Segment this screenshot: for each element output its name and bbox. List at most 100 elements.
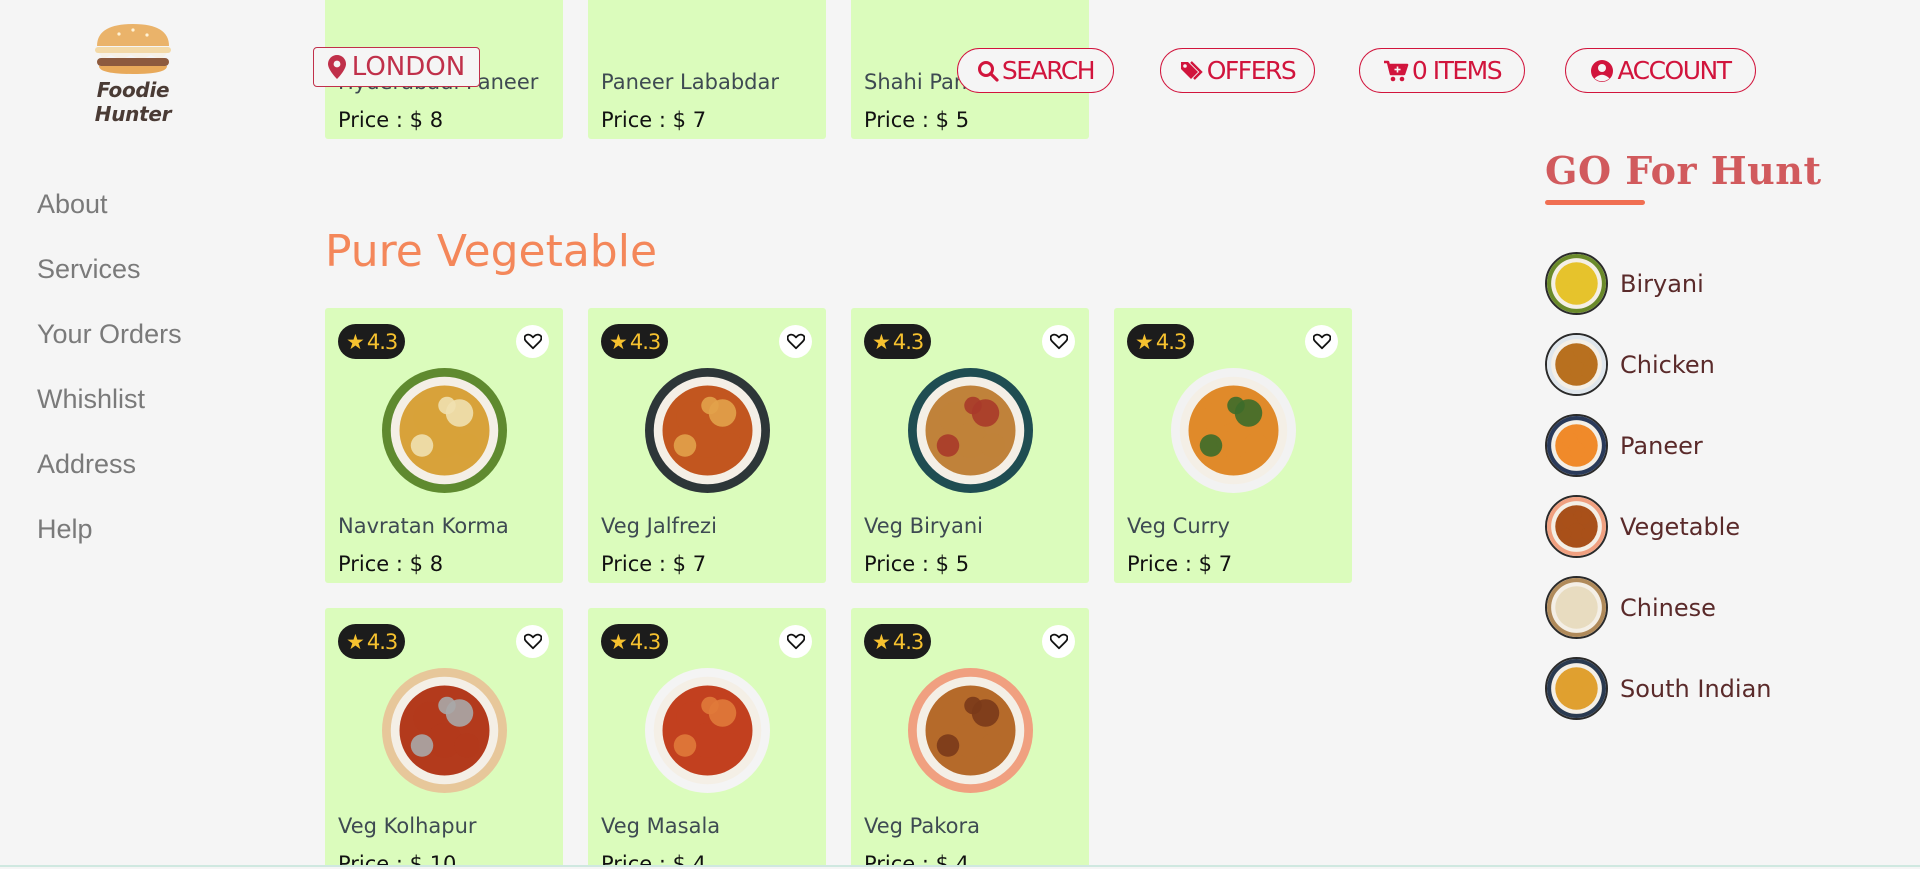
rating-value: 4.3 <box>366 329 398 354</box>
hunt-title-underline <box>1545 200 1645 205</box>
cart-label: 0 ITEMS <box>1411 56 1503 85</box>
category-item-vegetable[interactable]: Vegetable <box>1545 486 1772 567</box>
food-card[interactable]: ★ 4.3 Veg Kolhapur Price : $ 10 <box>325 608 563 866</box>
food-name: Veg Biryani <box>864 514 983 538</box>
food-name: Paneer Lababdar <box>601 70 779 94</box>
star-icon: ★ <box>346 329 365 354</box>
dish-image <box>382 368 507 493</box>
food-price: Price : $ 5 <box>864 552 970 576</box>
rating-value: 4.3 <box>629 329 661 354</box>
food-card[interactable]: ★ 4.3 Veg Pakora Price : $ 4 <box>851 608 1089 866</box>
rating-value: 4.3 <box>892 329 924 354</box>
offers-button[interactable]: OFFERS <box>1160 48 1315 93</box>
location-label: LONDON <box>351 52 466 82</box>
food-card[interactable]: ★ 4.3 Veg Masala Price : $ 4 <box>588 608 826 866</box>
food-name: Veg Jalfrezi <box>601 514 717 538</box>
wishlist-heart-button[interactable] <box>516 625 549 658</box>
category-thumbnail <box>1545 252 1608 315</box>
heart-icon <box>523 633 542 650</box>
star-icon: ★ <box>609 329 628 354</box>
dish-image <box>645 368 770 493</box>
food-price: Price : $ 8 <box>338 552 444 576</box>
food-card[interactable]: ★ 4.3 Veg Biryani Price : $ 5 <box>851 308 1089 583</box>
search-label: SEARCH <box>1001 56 1096 85</box>
category-label: Chicken <box>1620 350 1715 379</box>
food-card[interactable]: ★ 4.3 Veg Jalfrezi Price : $ 7 <box>588 308 826 583</box>
wishlist-heart-button[interactable] <box>779 625 812 658</box>
category-item-chinese[interactable]: Chinese <box>1545 567 1772 648</box>
cart-plus-icon <box>1383 60 1409 81</box>
heart-icon <box>786 333 805 350</box>
dish-image <box>908 668 1033 793</box>
heart-icon <box>1312 333 1331 350</box>
dish-image <box>382 668 507 793</box>
sidebar-item-whishlist[interactable]: Whishlist <box>37 383 182 448</box>
rating-value: 4.3 <box>1155 329 1187 354</box>
search-button[interactable]: SEARCH <box>957 48 1114 93</box>
rating-value: 4.3 <box>892 629 924 654</box>
food-name: Veg Kolhapur <box>338 814 477 838</box>
food-price: Price : $ 4 <box>601 852 707 866</box>
wishlist-heart-button[interactable] <box>1042 325 1075 358</box>
app-logo[interactable]: Foodie Hunter <box>58 22 208 126</box>
food-price: Price : $ 4 <box>864 852 970 866</box>
heart-icon <box>786 633 805 650</box>
wishlist-heart-button[interactable] <box>1042 625 1075 658</box>
sidebar-item-help[interactable]: Help <box>37 513 182 578</box>
sidebar-item-about[interactable]: About <box>37 188 182 253</box>
category-item-biryani[interactable]: Biryani <box>1545 243 1772 324</box>
category-label: South Indian <box>1620 674 1772 703</box>
category-item-chicken[interactable]: Chicken <box>1545 324 1772 405</box>
food-price: Price : $ 8 <box>338 108 444 132</box>
category-thumbnail <box>1545 333 1608 396</box>
category-thumbnail <box>1545 576 1608 639</box>
rating-value: 4.3 <box>629 629 661 654</box>
food-price: Price : $ 5 <box>864 108 970 132</box>
account-label: ACCOUNT <box>1617 56 1732 85</box>
main-content: Hyderabadi Paneer Price : $ 8 Paneer Lab… <box>325 0 1365 866</box>
wishlist-heart-button[interactable] <box>516 325 549 358</box>
location-selector[interactable]: LONDON <box>313 47 480 87</box>
category-thumbnail <box>1545 414 1608 477</box>
category-label: Biryani <box>1620 269 1704 298</box>
heart-icon <box>1049 633 1068 650</box>
rating-badge: ★ 4.3 <box>601 324 669 359</box>
account-button[interactable]: ACCOUNT <box>1565 48 1756 93</box>
food-price: Price : $ 7 <box>1127 552 1233 576</box>
page-bottom-border <box>0 865 1920 867</box>
rating-badge: ★ 4.3 <box>601 624 669 659</box>
rating-badge: ★ 4.3 <box>1127 324 1195 359</box>
category-thumbnail <box>1545 495 1608 558</box>
user-circle-icon <box>1591 59 1614 82</box>
food-card[interactable]: Paneer Lababdar Price : $ 7 <box>588 0 826 139</box>
wishlist-heart-button[interactable] <box>779 325 812 358</box>
dish-image <box>645 668 770 793</box>
search-icon <box>977 60 999 82</box>
cart-button[interactable]: 0 ITEMS <box>1359 48 1525 93</box>
category-item-south-indian[interactable]: South Indian <box>1545 648 1772 729</box>
star-icon: ★ <box>872 329 891 354</box>
category-label: Paneer <box>1620 431 1703 460</box>
sidebar-item-your-orders[interactable]: Your Orders <box>37 318 182 383</box>
heart-icon <box>523 333 542 350</box>
wishlist-heart-button[interactable] <box>1305 325 1338 358</box>
map-pin-icon <box>327 55 346 79</box>
food-card[interactable]: ★ 4.3 Veg Curry Price : $ 7 <box>1114 308 1352 583</box>
category-label: Vegetable <box>1620 512 1741 541</box>
category-list: Biryani Chicken Paneer Vegetable Chinese… <box>1545 243 1772 729</box>
star-icon: ★ <box>609 629 628 654</box>
sidebar-item-services[interactable]: Services <box>37 253 182 318</box>
category-item-paneer[interactable]: Paneer <box>1545 405 1772 486</box>
rating-badge: ★ 4.3 <box>338 624 406 659</box>
star-icon: ★ <box>346 629 365 654</box>
sidebar-item-address[interactable]: Address <box>37 448 182 513</box>
star-icon: ★ <box>1135 329 1154 354</box>
section-title: Pure Vegetable <box>325 226 658 277</box>
rating-badge: ★ 4.3 <box>338 324 406 359</box>
food-card[interactable]: ★ 4.3 Navratan Korma Price : $ 8 <box>325 308 563 583</box>
sidebar-menu: About Services Your Orders Whishlist Add… <box>37 188 182 578</box>
rating-value: 4.3 <box>366 629 398 654</box>
dish-image <box>908 368 1033 493</box>
food-price: Price : $ 10 <box>338 852 457 866</box>
rating-badge: ★ 4.3 <box>864 624 932 659</box>
